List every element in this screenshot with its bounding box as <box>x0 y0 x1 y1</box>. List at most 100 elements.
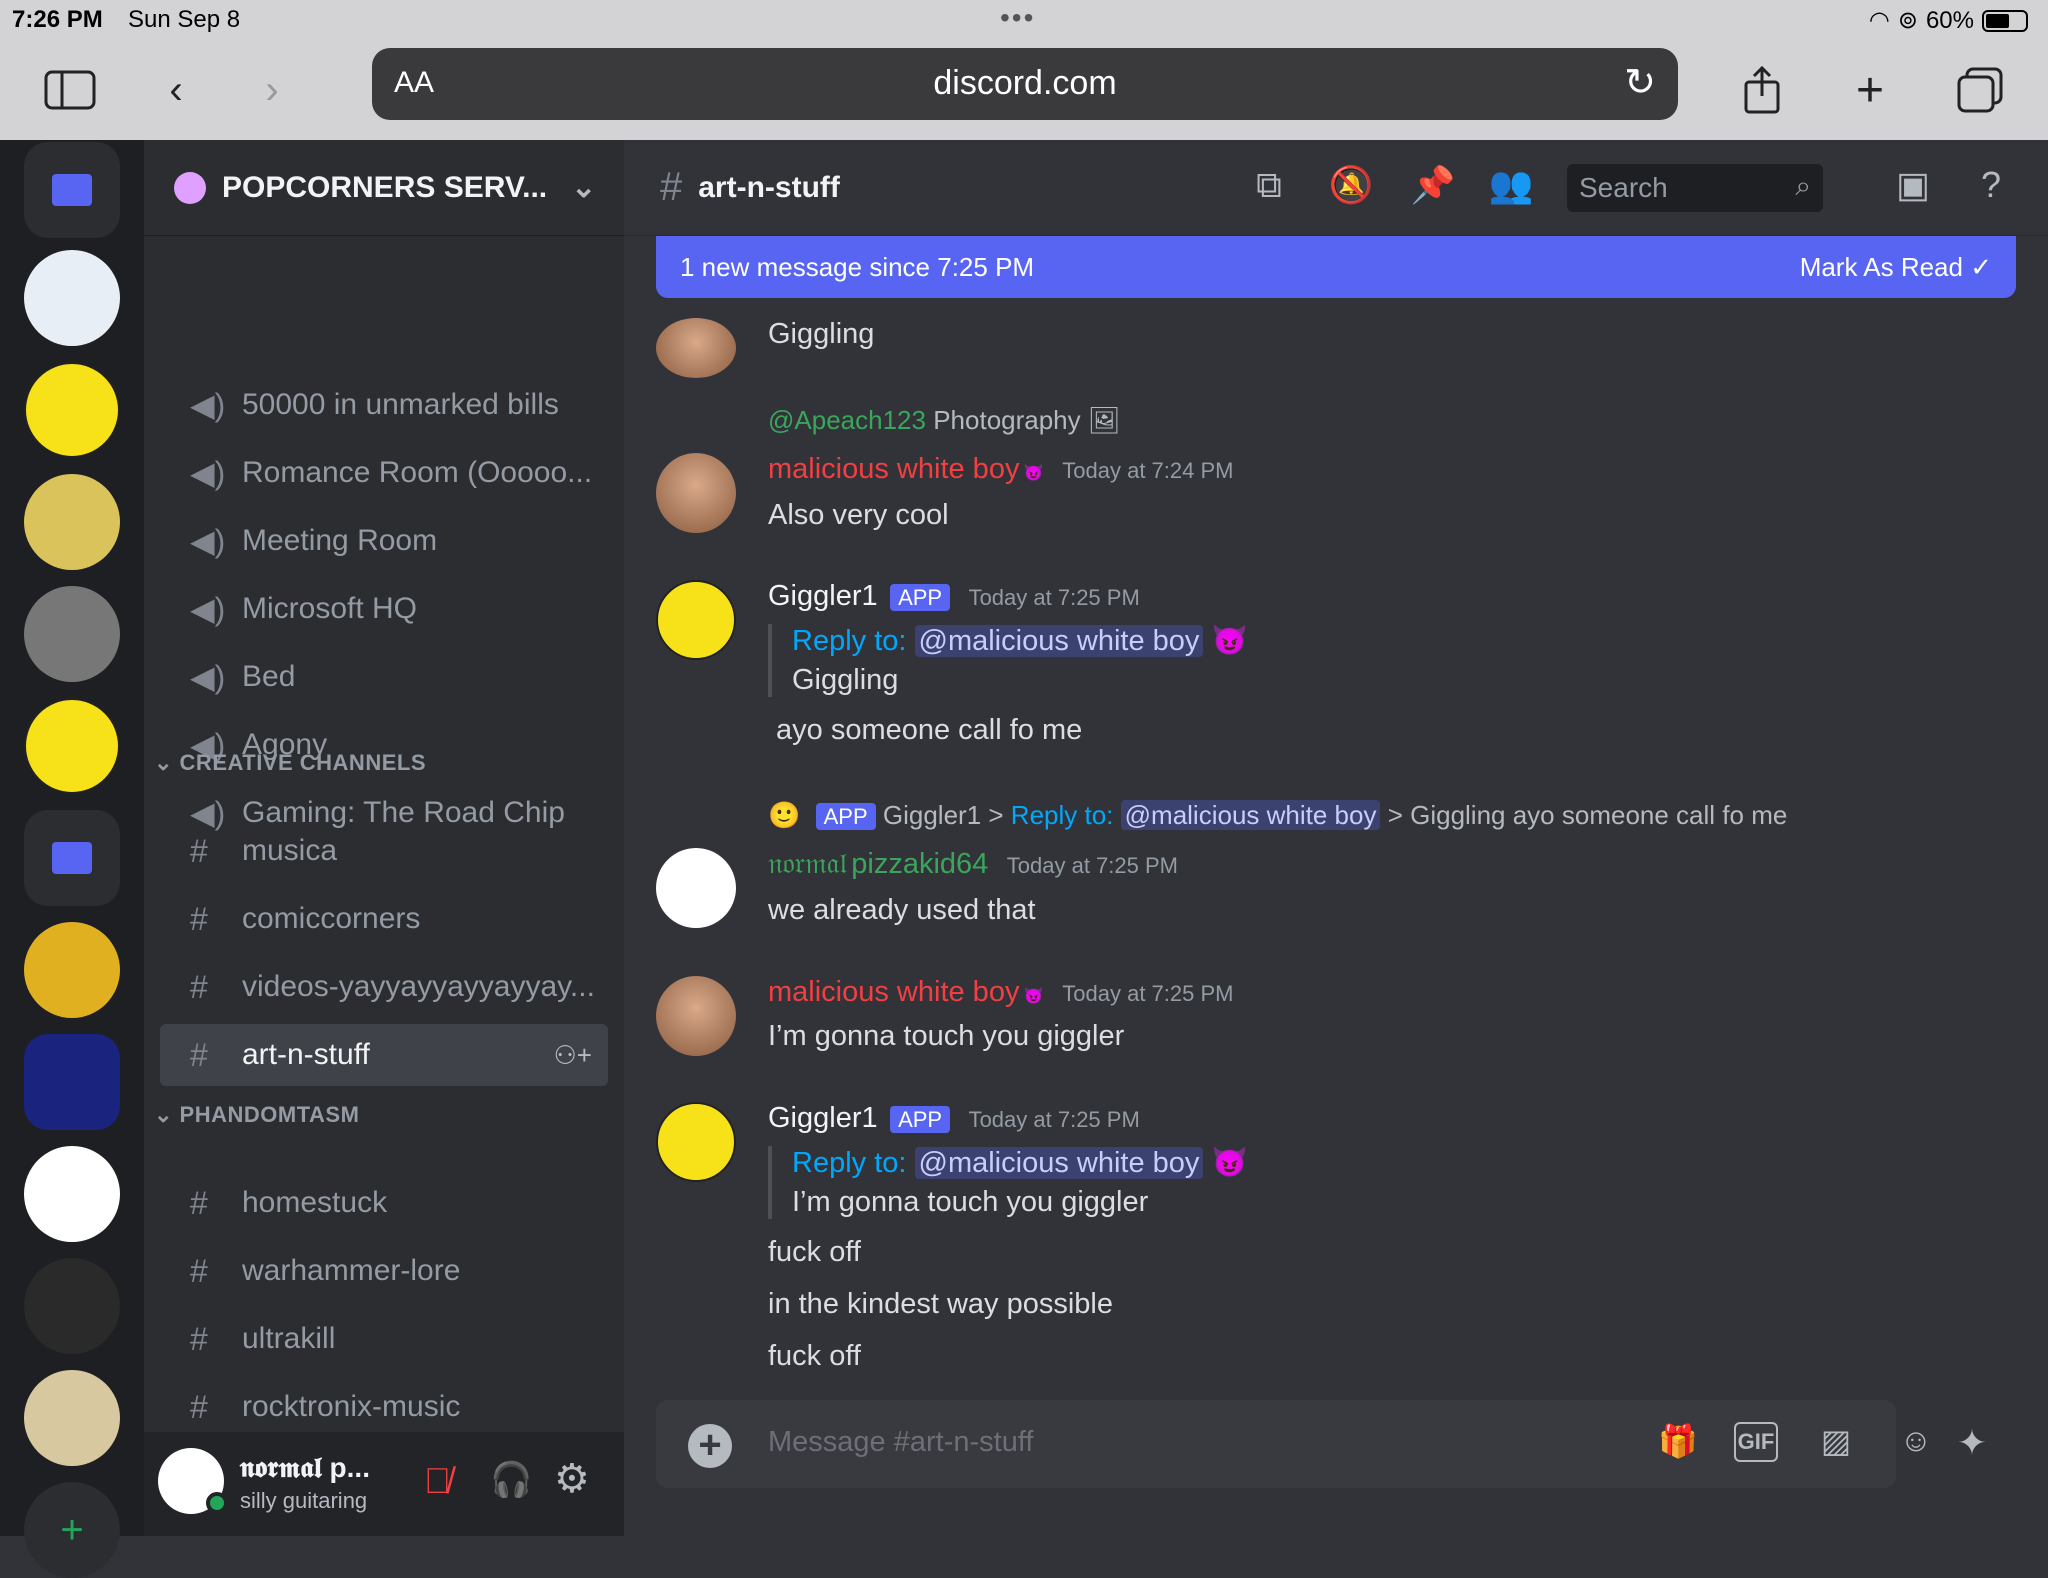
username[interactable]: malicious white boy <box>768 976 1019 1008</box>
share-icon[interactable] <box>1732 60 1792 120</box>
headphones-icon[interactable]: 🎧 <box>490 1460 532 1500</box>
server-icon-smiley[interactable] <box>24 362 120 458</box>
timestamp: Today at 7:25 PM <box>968 585 1140 610</box>
multitask-dots-icon[interactable]: ••• <box>1000 2 1035 34</box>
voice-channel[interactable]: ◀) Bed <box>160 646 608 708</box>
member-list-icon[interactable]: 👥 <box>1486 164 1536 214</box>
tabs-overview-icon[interactable] <box>1950 60 2010 120</box>
text-channel-active[interactable]: # art-n-stuff ⚇+ <box>160 1024 608 1086</box>
channel-label: warhammer-lore <box>242 1254 461 1287</box>
server-icon-face[interactable] <box>24 1146 120 1242</box>
settings-gear-icon[interactable]: ⚙ <box>554 1456 590 1502</box>
server-folder-icon[interactable] <box>24 142 120 238</box>
message-composer[interactable]: + Message #art-n-stuff 🎁 GIF ▨ ☺ <box>656 1400 1932 1488</box>
browser-toolbar: ‹ › AA discord.com ↻ + <box>0 40 2048 140</box>
channel-label: Romance Room (Ooooo... <box>242 456 593 489</box>
voice-channel[interactable]: ◀) Romance Room (Ooooo... <box>160 442 608 504</box>
message-header: 𝔫𝔬𝔯𝔪𝔞𝔩 pizzakid64 Today at 7:25 PM <box>768 848 1178 881</box>
server-icon-cartoon[interactable] <box>24 474 120 570</box>
reply-reference[interactable]: @Apeach123 Photography 🖼 <box>768 405 1121 436</box>
pinned-messages-icon[interactable]: 📌 <box>1408 164 1458 214</box>
avatar[interactable] <box>656 976 736 1056</box>
help-icon[interactable]: ? <box>1966 164 2016 214</box>
server-icon-mile-river[interactable] <box>24 1370 120 1466</box>
server-folder-icon-2[interactable] <box>24 810 120 906</box>
text-channel[interactable]: # musica <box>160 820 608 882</box>
avatar[interactable] <box>656 318 736 378</box>
new-messages-banner[interactable]: 1 new message since 7:25 PM Mark As Read… <box>656 236 2016 298</box>
channel-label: Meeting Room <box>242 524 438 557</box>
mark-as-read-button[interactable]: Mark As Read ✓ <box>1800 252 1992 283</box>
user-mention[interactable]: @malicious white boy <box>914 1147 1204 1179</box>
channel-label: videos-yayyayyayyayyay... <box>242 970 595 1003</box>
inbox-icon[interactable]: ▣ <box>1888 164 1938 214</box>
channel-label: Microsoft HQ <box>242 592 418 625</box>
server-list: + <box>0 140 144 1578</box>
emoji-icon[interactable]: ☺ <box>1894 1422 1938 1466</box>
address-bar[interactable]: AA discord.com ↻ <box>372 48 1678 120</box>
avatar[interactable] <box>656 1102 736 1182</box>
status-time: 7:26 PM <box>12 6 103 33</box>
search-icon: ⌕ <box>1795 170 1811 201</box>
server-icon-sketch[interactable] <box>24 250 120 346</box>
wifi-icon: ◠ <box>1868 7 1890 34</box>
server-icon-gray-smiley[interactable] <box>24 586 120 682</box>
voice-channel[interactable]: ◀) Microsoft HQ <box>160 578 608 640</box>
username[interactable]: Giggler1 <box>768 1102 878 1134</box>
muted-mic-icon[interactable]: 🎙̸ <box>424 1460 451 1502</box>
server-header[interactable]: POPCORNERS SERV... ⌄ <box>144 140 624 236</box>
threads-icon[interactable]: ⧉ <box>1244 164 1294 214</box>
category-creative[interactable]: ⌄ CREATIVE CHANNELS <box>154 750 426 776</box>
gift-icon[interactable]: 🎁 <box>1656 1422 1700 1466</box>
server-icon-plush[interactable] <box>24 922 120 1018</box>
text-channel[interactable]: # ultrakill <box>160 1308 608 1370</box>
sidebar-toggle-icon[interactable] <box>40 60 100 120</box>
category-phandomtasm[interactable]: ⌄ PHANDOMTASM <box>154 1102 359 1128</box>
mark-as-read-label: Mark As Read <box>1799 251 1963 282</box>
user-name[interactable]: 𝖓𝖔𝖗𝖒𝖆𝖑 p... <box>240 1452 370 1485</box>
sticker-icon[interactable]: ▨ <box>1814 1422 1858 1466</box>
avatar[interactable] <box>656 453 736 533</box>
text-channel[interactable]: # comiccorners <box>160 888 608 950</box>
reply-reference[interactable]: 🙂 APP Giggler1 > Reply to: @malicious wh… <box>768 800 1787 831</box>
text-channel[interactable]: # homestuck <box>160 1172 608 1234</box>
timestamp: Today at 7:24 PM <box>1062 458 1234 483</box>
server-icon-moon[interactable] <box>24 1258 120 1354</box>
voice-channel[interactable]: ◀) 50000 in unmarked bills <box>160 374 608 436</box>
app-badge: APP <box>890 584 951 611</box>
app-badge: APP <box>815 803 876 830</box>
apps-icon[interactable]: ✦ <box>1950 1422 1994 1466</box>
hash-icon: # <box>190 1036 208 1073</box>
avatar[interactable] <box>656 580 736 660</box>
server-icon-popcorners[interactable] <box>24 1034 120 1130</box>
text-channel[interactable]: # warhammer-lore <box>160 1240 608 1302</box>
username[interactable]: malicious white boy <box>768 453 1019 485</box>
username[interactable]: pizzakid64 <box>851 848 988 880</box>
hash-icon: # <box>190 900 208 937</box>
invite-member-icon[interactable]: ⚇+ <box>554 1040 593 1071</box>
battery-percent: 60% <box>1925 6 1974 34</box>
attach-plus-button[interactable]: + <box>688 1424 732 1468</box>
avatar[interactable] <box>656 848 736 928</box>
url-text[interactable]: discord.com <box>372 64 1678 103</box>
add-server-icon[interactable]: + <box>24 1482 120 1578</box>
notification-bell-muted-icon[interactable]: 🔕 <box>1326 164 1376 214</box>
search-input[interactable]: Search ⌕ <box>1567 164 1823 212</box>
reload-icon[interactable]: ↻ <box>1624 60 1656 105</box>
back-icon[interactable]: ‹ <box>146 60 206 120</box>
user-mention[interactable]: @malicious white boy <box>914 625 1204 657</box>
new-tab-icon[interactable]: + <box>1840 60 1900 120</box>
text-channel[interactable]: # rocktronix-music <box>160 1376 608 1438</box>
text-channel[interactable]: # videos-yayyayyayyayyay... <box>160 956 608 1018</box>
server-icon-yellow-smiley[interactable] <box>24 698 120 794</box>
forward-icon[interactable]: › <box>242 60 302 120</box>
message-input[interactable]: Message #art-n-stuff <box>768 1426 1033 1459</box>
channel-label: art-n-stuff <box>242 1038 370 1071</box>
message-header: malicious white boy 😈 Today at 7:25 PM <box>768 976 1234 1009</box>
chevron-down-icon: ⌄ <box>154 750 180 775</box>
reply-text: > Giggling ayo someone call fo me <box>1387 800 1788 830</box>
gif-button[interactable]: GIF <box>1734 1422 1778 1462</box>
speaker-icon: ◀) <box>190 591 226 627</box>
voice-channel[interactable]: ◀) Meeting Room <box>160 510 608 572</box>
username[interactable]: Giggler1 <box>768 580 878 612</box>
